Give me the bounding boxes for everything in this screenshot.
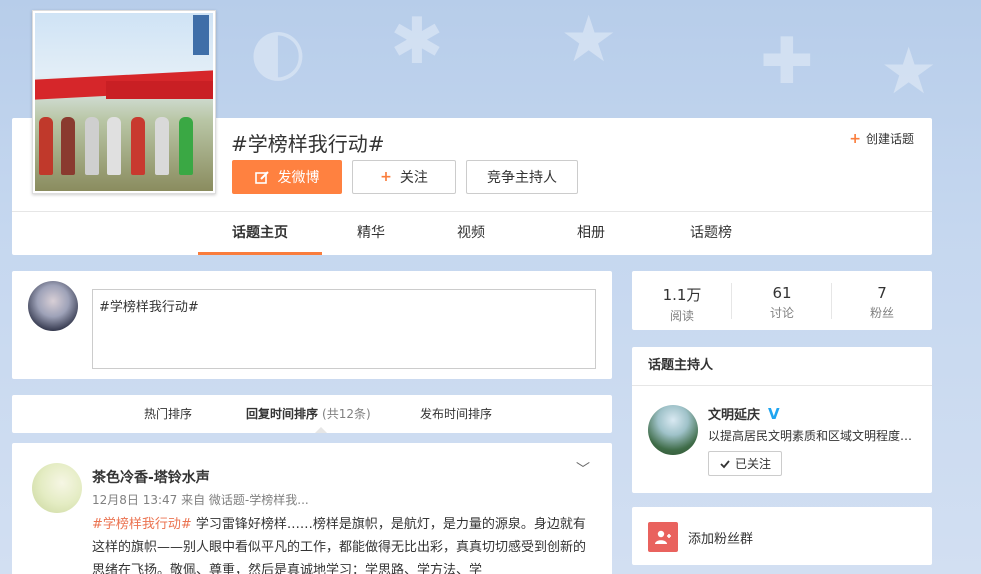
post-weibo-label: 发微博	[277, 170, 320, 186]
topic-title: #学榜样我行动#	[231, 132, 385, 156]
sort-hot[interactable]: 热门排序	[144, 395, 192, 433]
post-topic-tag[interactable]: #学榜样我行动#	[92, 517, 192, 532]
post-author-name[interactable]: 茶色冷香-塔铃水声	[92, 467, 210, 487]
fan-group-panel[interactable]: 添加粉丝群	[632, 507, 932, 565]
background-decoration: ✚	[760, 25, 814, 99]
tab-home[interactable]: 话题主页	[198, 212, 322, 255]
person-shape	[131, 117, 145, 175]
plus-icon: +	[849, 130, 861, 147]
edit-icon	[254, 170, 269, 184]
sort-publish-time[interactable]: 发布时间排序	[420, 395, 492, 433]
sort-caret	[315, 427, 327, 433]
flag-shape	[193, 15, 209, 55]
fan-group-icon	[648, 522, 678, 552]
feed-post: 茶色冷香-塔铃水声 12月8日 13:47 来自 微话题-学榜样我... ﹀ #…	[12, 443, 612, 574]
tab-topic-rank[interactable]: 话题榜	[678, 212, 744, 255]
create-topic-label: 创建话题	[865, 132, 914, 146]
background-decoration: ★	[560, 3, 618, 77]
background-decoration: ✱	[390, 5, 444, 79]
followed-button[interactable]: 已关注	[708, 451, 782, 476]
stat-fans-label: 粉丝	[869, 306, 894, 320]
stat-discussions: 61 讨论	[732, 271, 832, 330]
create-topic-link[interactable]: + 创建话题	[849, 130, 914, 147]
host-description: 以提高居民文明素质和区域文明程度为目标	[708, 429, 918, 443]
stat-discussions-label: 讨论	[769, 306, 794, 320]
compete-host-button[interactable]: 竞争主持人	[466, 160, 578, 194]
sort-bar: 热门排序 回复时间排序 (共12条) 发布时间排序	[12, 395, 612, 433]
post-weibo-button[interactable]: 发微博	[232, 160, 342, 194]
followed-label: 已关注	[734, 457, 771, 471]
tab-album[interactable]: 相册	[558, 212, 624, 255]
host-name[interactable]: 文明延庆	[708, 404, 760, 423]
host-panel-title: 话题主持人	[648, 358, 714, 373]
host-divider	[632, 385, 932, 386]
topic-stats: 1.1万 阅读 61 讨论 7 粉丝	[632, 271, 932, 330]
banner-shape	[106, 81, 213, 99]
post-author-avatar[interactable]	[32, 463, 82, 513]
stat-reads-label: 阅读	[669, 309, 694, 323]
sort-reply-time[interactable]: 回复时间排序 (共12条)	[246, 395, 371, 433]
chevron-down-icon[interactable]: ﹀	[576, 459, 590, 479]
person-shape	[155, 117, 169, 175]
stat-fans: 7 粉丝	[832, 271, 932, 330]
sort-reply-label: 回复时间排序	[246, 407, 319, 421]
stat-fans-number: 7	[877, 284, 887, 302]
topic-tabs: 话题主页 精华 视频 相册 话题榜	[12, 212, 932, 255]
tab-featured[interactable]: 精华	[318, 212, 424, 255]
person-shape	[61, 117, 75, 175]
check-icon	[720, 459, 730, 468]
person-shape	[107, 117, 121, 175]
stat-reads: 1.1万 阅读	[632, 271, 732, 330]
topic-cover-image	[32, 10, 216, 194]
reply-count: (共12条)	[322, 407, 371, 421]
background-decoration: ★	[880, 35, 938, 109]
verified-icon: V	[768, 404, 780, 423]
tab-video[interactable]: 视频	[438, 212, 504, 255]
post-text: #学榜样我行动# 学习雷锋好榜样……榜样是旗帜，是航灯，是力量的源泉。身边就有这…	[92, 513, 587, 574]
composer-panel	[12, 271, 612, 379]
follow-label: 关注	[399, 170, 428, 186]
cover-photo	[35, 13, 213, 191]
person-shape	[39, 117, 53, 175]
compete-host-label: 竞争主持人	[487, 170, 557, 186]
stat-discussions-number: 61	[772, 284, 792, 302]
post-meta: 12月8日 13:47 来自 微话题-学榜样我...	[92, 493, 309, 507]
person-shape	[179, 117, 193, 175]
host-avatar[interactable]	[648, 405, 698, 455]
background-decoration: ◐	[250, 15, 306, 89]
person-shape	[85, 117, 99, 175]
add-fan-group-label: 添加粉丝群	[688, 532, 754, 547]
stat-reads-number: 1.1万	[662, 286, 702, 304]
compose-input[interactable]	[92, 289, 596, 369]
plus-icon: +	[380, 169, 392, 185]
host-name-row: 文明延庆 V	[708, 404, 780, 424]
follow-button[interactable]: + 关注	[352, 160, 456, 194]
user-avatar[interactable]	[28, 281, 78, 331]
topic-host-panel: 话题主持人 文明延庆 V 以提高居民文明素质和区域文明程度为目标 已关注	[632, 347, 932, 493]
